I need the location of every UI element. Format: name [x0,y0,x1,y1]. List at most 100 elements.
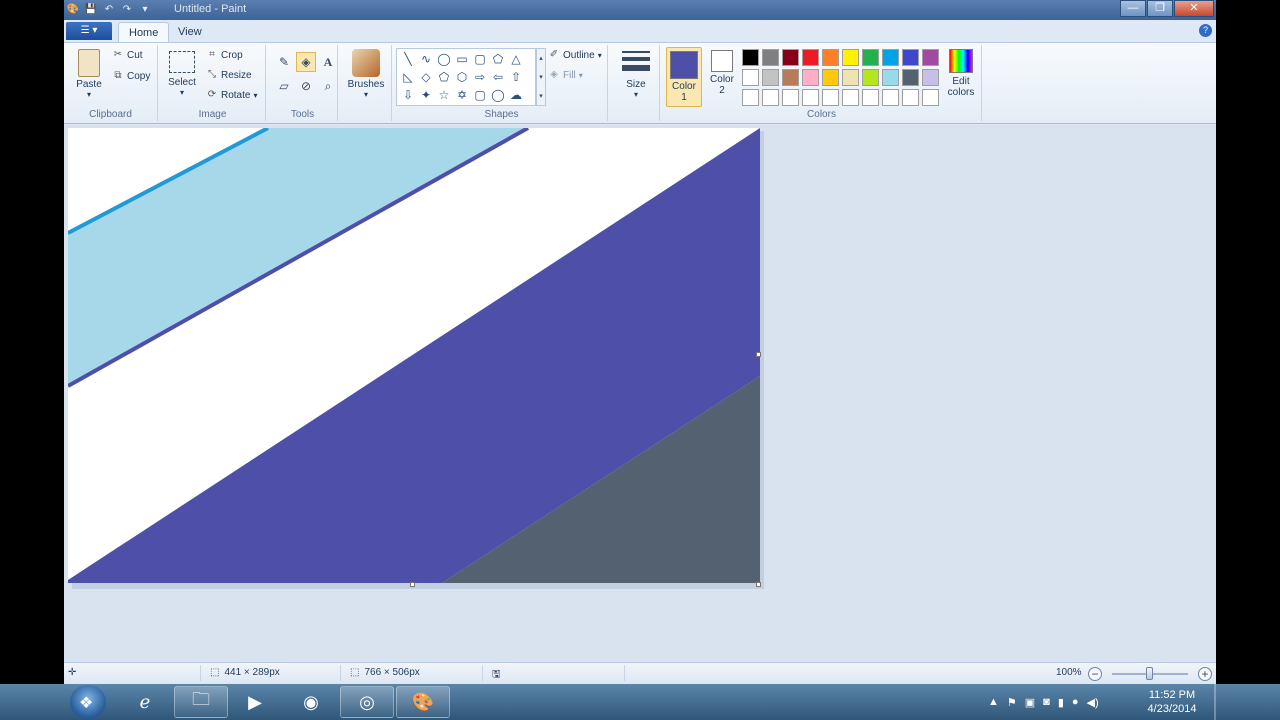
palette-swatch[interactable] [842,89,859,106]
zoom-out-button[interactable]: − [1088,667,1102,681]
pencil-icon[interactable]: ✎ [274,52,294,72]
cut-button[interactable]: ✂ Cut [112,49,143,61]
oval-callout-shape-icon[interactable]: ◯ [489,86,507,104]
oval-shape-icon[interactable]: ◯ [435,50,453,68]
palette-swatch[interactable] [782,49,799,66]
color2-selector[interactable]: Color 2 [704,47,740,107]
palette-swatch[interactable] [842,69,859,86]
magnifier-icon[interactable]: ⌕ [318,76,338,96]
firefox-icon[interactable]: ◉ [284,686,338,718]
redo-icon[interactable]: ↷ [120,2,134,16]
resize-handle-right[interactable] [756,352,761,357]
palette-swatch[interactable] [922,49,939,66]
edit-colors-button[interactable]: Edit colors [944,47,978,98]
text-tool-icon[interactable]: A [318,52,338,72]
tab-home[interactable]: Home [118,22,170,42]
palette-swatch[interactable] [822,49,839,66]
palette-swatch[interactable] [862,69,879,86]
minimize-button[interactable]: — [1120,0,1146,17]
rounded-rectangle-shape-icon[interactable]: ▢ [471,50,489,68]
paint-taskbar-icon[interactable]: 🎨 [396,686,450,718]
select-button[interactable]: Select ▾ [164,49,200,97]
app-tray-icon[interactable]: ● [1072,696,1079,708]
tab-view[interactable]: View [168,22,212,42]
eraser-icon[interactable]: ▱ [274,76,294,96]
file-explorer-icon[interactable]: 🗀 [174,686,228,718]
resize-handle-corner[interactable] [756,582,761,587]
fill-bucket-icon[interactable]: ◈ [296,52,316,72]
palette-swatch[interactable] [902,89,919,106]
palette-swatch[interactable] [882,69,899,86]
diamond-shape-icon[interactable]: ◇ [417,68,435,86]
line-shape-icon[interactable]: ╲ [399,50,417,68]
chrome-icon[interactable]: ◎ [340,686,394,718]
color1-selector[interactable]: Color 1 [666,47,702,107]
five-point-star-shape-icon[interactable]: ☆ [435,86,453,104]
rectangle-shape-icon[interactable]: ▭ [453,50,471,68]
palette-swatch[interactable] [742,69,759,86]
triangle-shape-icon[interactable]: △ [507,50,525,68]
fill-button[interactable]: ◈ Fill ▾ [548,69,583,81]
zoom-in-button[interactable]: + [1198,667,1212,681]
outline-button[interactable]: ✐ Outline ▾ [548,49,602,61]
palette-swatch[interactable] [782,89,799,106]
palette-swatch[interactable] [802,49,819,66]
palette-swatch[interactable] [862,49,879,66]
palette-swatch[interactable] [762,49,779,66]
four-point-star-shape-icon[interactable]: ✦ [417,86,435,104]
palette-swatch[interactable] [922,89,939,106]
palette-swatch[interactable] [802,89,819,106]
color-picker-icon[interactable]: ⊘ [296,76,316,96]
shapes-scroll[interactable]: ▴ ▾ ▾ [536,48,546,106]
paste-button[interactable]: Paste ▾ [72,47,106,99]
undo-icon[interactable]: ↶ [102,2,116,16]
customize-qat-icon[interactable]: ▾ [138,2,152,16]
palette-swatch[interactable] [742,49,759,66]
maximize-button[interactable]: ❐ [1147,0,1173,17]
close-button[interactable]: ✕ [1174,0,1214,17]
resize-button[interactable]: ⤡ Resize [206,69,252,81]
paint-menu-button[interactable]: ☰ ▾ [66,22,112,40]
palette-swatch[interactable] [882,49,899,66]
network-icon[interactable]: ▮ [1058,696,1064,709]
show-desktop-button[interactable] [1214,684,1216,720]
pentagon-shape-icon[interactable]: ⬠ [435,68,453,86]
palette-swatch[interactable] [802,69,819,86]
palette-swatch[interactable] [742,89,759,106]
palette-swatch[interactable] [922,69,939,86]
palette-swatch[interactable] [822,69,839,86]
palette-swatch[interactable] [762,89,779,106]
paint-app-icon[interactable]: 🎨 [66,2,80,16]
crop-button[interactable]: ⌗ Crop [206,49,243,61]
palette-swatch[interactable] [902,69,919,86]
polygon-shape-icon[interactable]: ⬠ [489,50,507,68]
help-icon[interactable]: ? [1199,24,1212,37]
palette-swatch[interactable] [842,49,859,66]
six-point-star-shape-icon[interactable]: ✡ [453,86,471,104]
device-icon[interactable]: ▣ [1025,696,1035,709]
left-arrow-shape-icon[interactable]: ⇦ [489,68,507,86]
camera-icon[interactable]: ◙ [1043,696,1050,708]
cloud-callout-shape-icon[interactable]: ☁ [507,86,525,104]
internet-explorer-icon[interactable]: ℯ [118,686,172,718]
resize-handle-bottom[interactable] [410,582,415,587]
brushes-button[interactable]: Brushes ▾ [346,47,386,99]
start-button[interactable]: ❖ [70,685,106,719]
action-center-icon[interactable]: ⚑ [1007,696,1017,709]
size-button[interactable]: Size ▾ [618,49,654,99]
hexagon-shape-icon[interactable]: ⬡ [453,68,471,86]
right-arrow-shape-icon[interactable]: ⇨ [471,68,489,86]
palette-swatch[interactable] [902,49,919,66]
rounded-callout-shape-icon[interactable]: ▢ [471,86,489,104]
up-arrow-shape-icon[interactable]: ⇧ [507,68,525,86]
drawing-canvas[interactable] [68,128,760,583]
media-player-icon[interactable]: ▶ [228,686,282,718]
zoom-slider-thumb[interactable] [1146,667,1153,680]
palette-swatch[interactable] [882,89,899,106]
right-triangle-shape-icon[interactable]: ◺ [399,68,417,86]
rotate-button[interactable]: ⟳ Rotate ▾ [206,89,258,101]
clock[interactable]: 11:52 PM 4/23/2014 [1140,688,1204,716]
copy-button[interactable]: ⧉ Copy [112,70,150,82]
palette-swatch[interactable] [822,89,839,106]
palette-swatch[interactable] [782,69,799,86]
